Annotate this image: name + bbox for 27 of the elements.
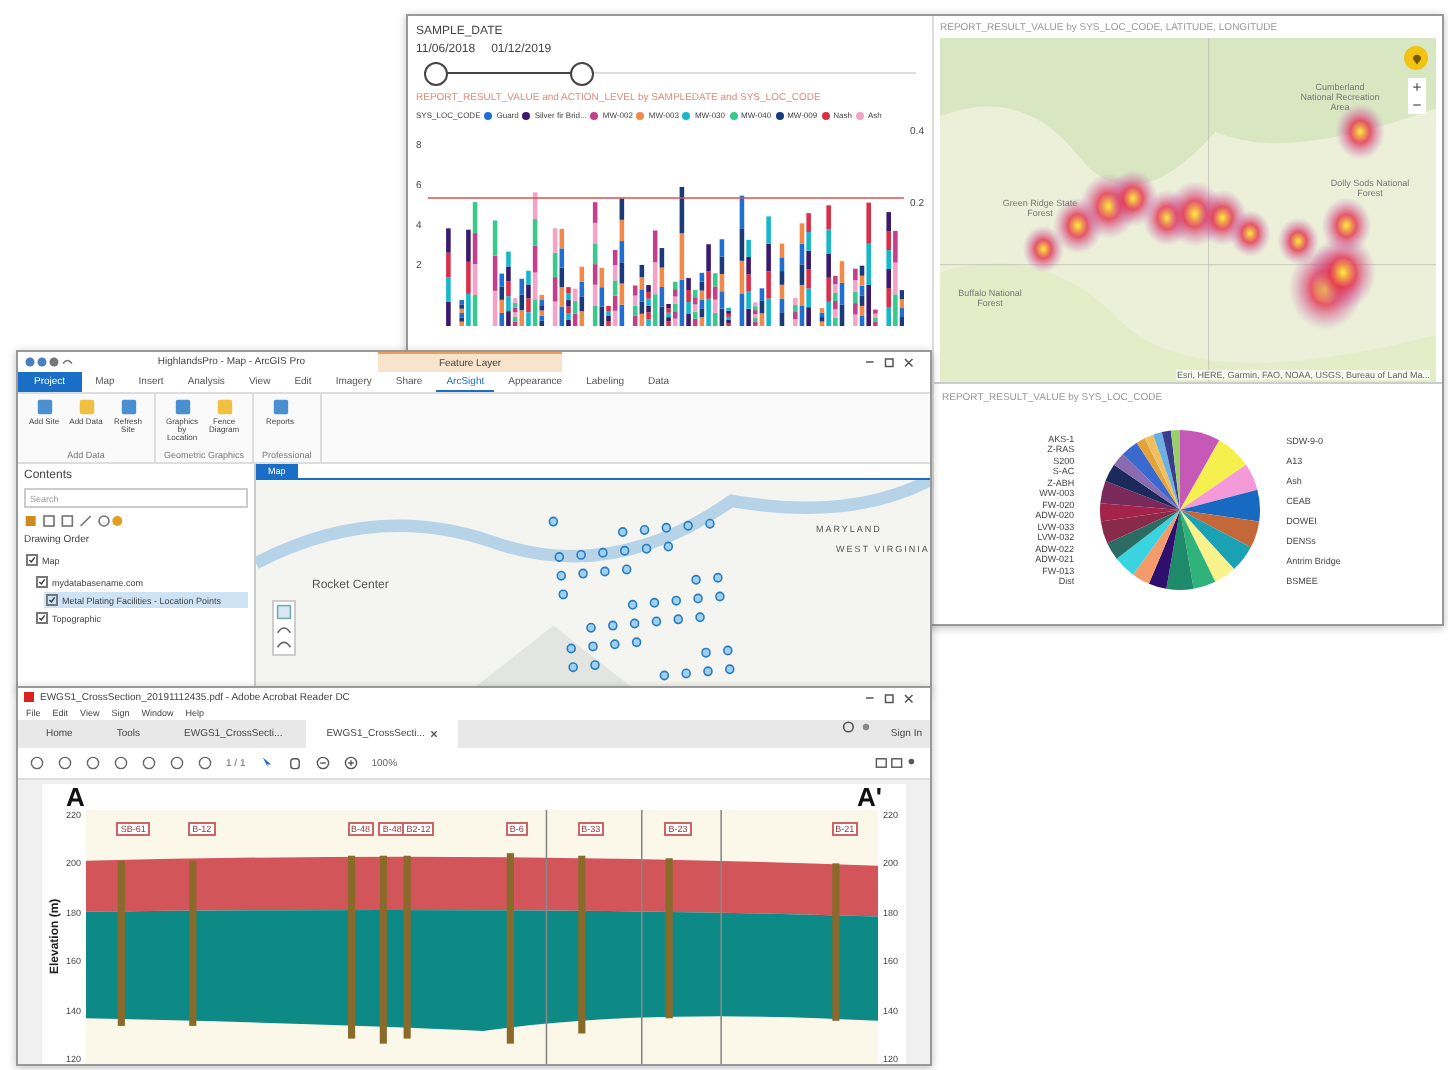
- layer-checkbox[interactable]: [26, 554, 38, 566]
- pdf-icon: [24, 692, 34, 702]
- cursor-icon[interactable]: [259, 756, 274, 770]
- location-points-drawing[interactable]: [548, 516, 735, 681]
- contents-toolbar-icons[interactable]: [24, 514, 124, 528]
- pin-icon: [1409, 51, 1423, 65]
- plus-icon: [1412, 82, 1422, 92]
- section-start-label: A: [66, 784, 85, 810]
- zoom-out-icon[interactable]: [315, 756, 330, 770]
- tool-icon: [173, 398, 191, 416]
- tool-icon: [77, 398, 95, 416]
- tool-icon: [119, 398, 137, 416]
- close-icon[interactable]: [430, 730, 439, 738]
- minus-icon: [1412, 100, 1422, 110]
- tool-icon: [271, 398, 290, 416]
- section-end-label: A': [857, 784, 882, 810]
- date-range-slider[interactable]: [424, 62, 916, 86]
- layer-checkbox[interactable]: [36, 612, 48, 624]
- layer-checkbox[interactable]: [36, 576, 48, 588]
- tool-icon: [35, 398, 53, 416]
- hand-icon[interactable]: [287, 756, 302, 770]
- layer-checkbox[interactable]: [46, 594, 58, 606]
- zoom-in-button[interactable]: [1408, 78, 1426, 96]
- tool-icon: [215, 398, 233, 416]
- zoom-in-icon[interactable]: [343, 756, 358, 770]
- help-icon[interactable]: [842, 720, 875, 734]
- share-tools-icon[interactable]: [874, 756, 918, 770]
